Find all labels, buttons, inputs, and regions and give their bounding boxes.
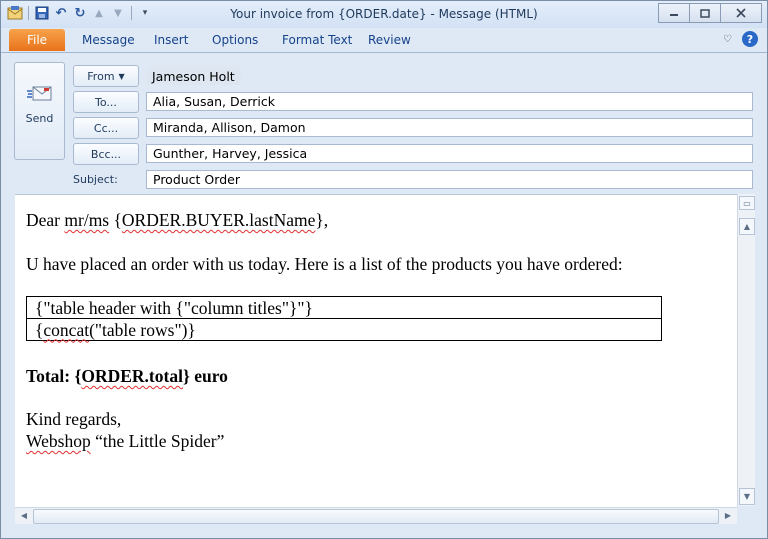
tab-options[interactable]: Options xyxy=(212,33,258,47)
bcc-button[interactable]: Bcc... xyxy=(73,143,139,165)
order-table: {"table header with {"column titles"}"} … xyxy=(26,296,662,341)
table-row: {concat("table rows")} xyxy=(26,318,662,341)
table-cell: {concat("table rows")} xyxy=(26,318,662,341)
total-post: } euro xyxy=(182,366,228,386)
window-controls xyxy=(658,3,762,23)
maximize-button[interactable] xyxy=(689,3,721,23)
signature-rest: “the Little Spider” xyxy=(90,431,225,451)
signature-word: Webshop xyxy=(26,431,91,451)
to-button[interactable]: To... xyxy=(73,91,139,113)
help-icon[interactable]: ? xyxy=(742,31,758,47)
total-pre: Total: { xyxy=(26,366,82,386)
message-header: Send From ▼ Jameson Holt To... Alia, Sus… xyxy=(1,53,767,193)
subject-field[interactable]: Product Order xyxy=(146,170,753,189)
row2-concat: concat xyxy=(43,319,90,340)
horizontal-scroll-thumb[interactable] xyxy=(33,509,719,524)
scroll-up-button[interactable]: ▲ xyxy=(739,218,755,235)
row2-post: ("table rows")} xyxy=(89,319,196,340)
total-line: Total: {ORDER.total} euro xyxy=(26,366,228,387)
table-cell: {"table header with {"column titles"}"} xyxy=(26,296,662,319)
from-value[interactable]: Jameson Holt xyxy=(146,67,241,85)
tab-format-text[interactable]: Format Text xyxy=(282,33,352,47)
greeting-line: Dear mr/ms {ORDER.BUYER.lastName}, xyxy=(26,210,328,231)
greeting-post: }, xyxy=(315,210,329,230)
chevron-down-icon: ▼ xyxy=(118,71,125,81)
signature-line: Webshop “the Little Spider” xyxy=(26,431,224,452)
message-body[interactable]: Dear mr/ms {ORDER.BUYER.lastName}, U hav… xyxy=(15,194,737,507)
from-label: From xyxy=(87,69,115,83)
close-button[interactable] xyxy=(720,3,762,23)
scroll-down-button[interactable]: ▼ xyxy=(739,488,755,505)
intro-line: U have placed an order with us today. He… xyxy=(26,254,623,274)
greeting-pre: Dear xyxy=(26,210,65,230)
scroll-right-button[interactable]: ▶ xyxy=(721,509,735,522)
tab-message[interactable]: Message xyxy=(82,33,135,47)
vertical-scrollbar[interactable]: ▭ ▲ ▼ xyxy=(737,194,755,506)
total-field: ORDER.total xyxy=(81,366,183,386)
title-bar: ↶ ↻ ▲ ▼ ▾ Your invoice from {ORDER.date}… xyxy=(1,1,767,28)
subject-label: Subject: xyxy=(73,173,118,186)
send-button[interactable]: Send xyxy=(14,62,65,160)
window-title: Your invoice from {ORDER.date} - Message… xyxy=(230,7,538,21)
send-icon xyxy=(27,85,53,103)
send-label: Send xyxy=(25,112,54,125)
minimize-ribbon-icon[interactable]: ♡ xyxy=(723,34,732,45)
help-icon-wrap[interactable]: ? xyxy=(742,31,758,47)
cc-button[interactable]: Cc... xyxy=(73,117,139,139)
ribbon-tabs: File Message Insert Options Format Text … xyxy=(1,28,767,53)
ruler-toggle-icon[interactable]: ▭ xyxy=(739,196,755,210)
minimize-button[interactable] xyxy=(658,3,690,23)
greeting-mr: mr/ms xyxy=(64,210,110,230)
greeting-brace: { xyxy=(109,210,122,230)
message-window: ↶ ↻ ▲ ▼ ▾ Your invoice from {ORDER.date}… xyxy=(0,0,768,539)
cc-field[interactable]: Miranda, Allison, Damon xyxy=(146,118,753,137)
tab-insert[interactable]: Insert xyxy=(154,33,188,47)
greeting-field: ORDER.BUYER.lastName xyxy=(121,210,316,230)
table-row: {"table header with {"column titles"}"} xyxy=(26,296,662,319)
scroll-left-button[interactable]: ◀ xyxy=(17,509,31,522)
tab-file[interactable]: File xyxy=(9,29,65,51)
bcc-field[interactable]: Gunther, Harvey, Jessica xyxy=(146,144,753,163)
tab-review[interactable]: Review xyxy=(368,33,411,47)
closing-line: Kind regards, xyxy=(26,409,122,429)
to-field[interactable]: Alia, Susan, Derrick xyxy=(146,92,753,111)
from-button[interactable]: From ▼ xyxy=(73,65,139,87)
horizontal-scrollbar[interactable]: ◀ ▶ xyxy=(15,507,737,524)
